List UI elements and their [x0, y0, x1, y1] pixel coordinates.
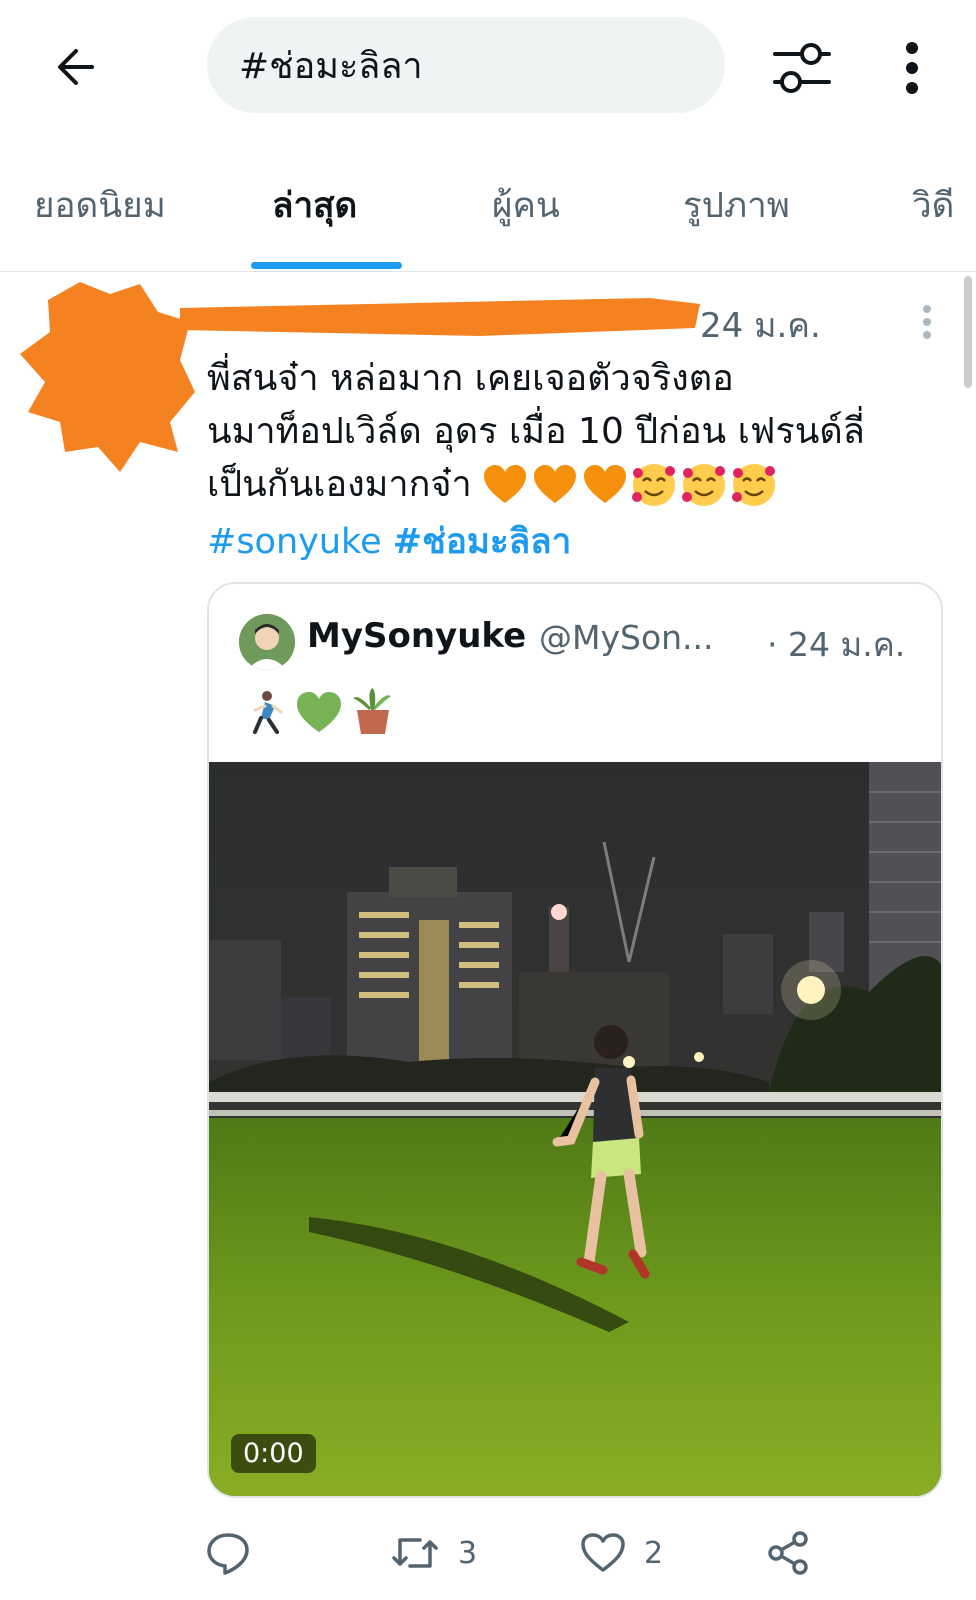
tweet-text-line: พี่สนจ๋า หล่อมาก เคยเจอตัวจริงตอ — [207, 358, 734, 399]
search-field[interactable] — [237, 43, 695, 87]
tweet-text-line-text: เป็นกันเองมากจ๋า — [207, 464, 472, 505]
green-heart-icon — [297, 692, 341, 732]
retweet-icon — [392, 1538, 438, 1568]
smiling-face-with-hearts-icon — [681, 463, 725, 506]
quoted-handle: @MySon... — [539, 618, 714, 657]
orange-heart-icon — [583, 464, 626, 503]
emoji-row — [483, 463, 775, 506]
reply-icon — [207, 1533, 249, 1575]
quoted-timestamp: · 24 ม.ค. — [767, 625, 906, 664]
scrollbar[interactable] — [964, 276, 972, 388]
vertical-dots-icon — [906, 42, 918, 94]
search-input[interactable] — [207, 17, 725, 113]
person-running-icon — [253, 691, 283, 734]
video-duration-badge: 0:00 — [231, 1434, 316, 1473]
tab-latest[interactable]: ล่าสุด — [272, 178, 357, 242]
tab-videos[interactable]: วิดี — [912, 178, 954, 242]
more-options-button[interactable] — [892, 36, 932, 100]
tab-photos[interactable]: รูปภาพ — [683, 178, 790, 242]
orange-heart-icon — [483, 464, 526, 503]
vertical-dots-icon — [923, 305, 931, 339]
tab-top[interactable]: ยอดนิยม — [34, 178, 166, 242]
tweet-text: พี่สนจ๋า หล่อมาก เคยเจอตัวจริงตอ นมาท็อป… — [207, 352, 927, 511]
smiling-face-with-hearts-icon — [731, 463, 775, 506]
heart-icon — [581, 1533, 625, 1572]
orange-heart-icon — [533, 464, 576, 503]
active-tab-indicator — [251, 262, 402, 269]
divider — [0, 271, 976, 272]
like-count: 2 — [644, 1535, 664, 1571]
tab-people[interactable]: ผู้คน — [492, 178, 560, 242]
share-icon — [768, 1531, 808, 1575]
quoted-emoji-row — [253, 688, 391, 734]
redacted-avatar — [20, 282, 195, 472]
tweet-text-line: นมาท็อปเวิล์ด อุดร เมื่อ 10 ปีก่อน เฟรนด… — [207, 411, 865, 452]
potted-plant-icon — [353, 688, 391, 734]
redacted-username — [180, 298, 700, 336]
tweet-timestamp: 24 ม.ค. — [700, 306, 821, 346]
hashtag-link[interactable]: #ช่อมะลิลา — [393, 522, 572, 562]
share-button[interactable] — [766, 1528, 812, 1578]
avatar[interactable] — [239, 614, 295, 670]
sliders-icon — [773, 43, 831, 93]
search-filter-button[interactable] — [766, 36, 838, 100]
arrow-left-icon — [58, 49, 94, 85]
quoted-tweet-card[interactable]: MySonyuke @MySon... · 24 ม.ค. 0:00 — [207, 582, 943, 1498]
video-thumbnail — [209, 762, 941, 1496]
quoted-display-name: MySonyuke — [307, 616, 527, 656]
retweet-button[interactable]: 3 — [390, 1528, 477, 1578]
hashtag-link[interactable]: #sonyuke — [207, 522, 382, 562]
tweet-text-line: เป็นกันเองมากจ๋า — [207, 458, 927, 511]
video-player[interactable]: 0:00 — [209, 762, 941, 1496]
smiling-face-with-hearts-icon — [631, 463, 675, 506]
like-button[interactable]: 2 — [580, 1528, 663, 1578]
retweet-count: 3 — [458, 1535, 478, 1571]
back-button[interactable] — [40, 35, 112, 99]
reply-button[interactable] — [205, 1528, 251, 1578]
avatar-image — [239, 614, 295, 670]
tweet-hashtags: #sonyuke #ช่อมะลิลา — [207, 514, 571, 569]
tweet-more-button[interactable] — [912, 300, 942, 344]
